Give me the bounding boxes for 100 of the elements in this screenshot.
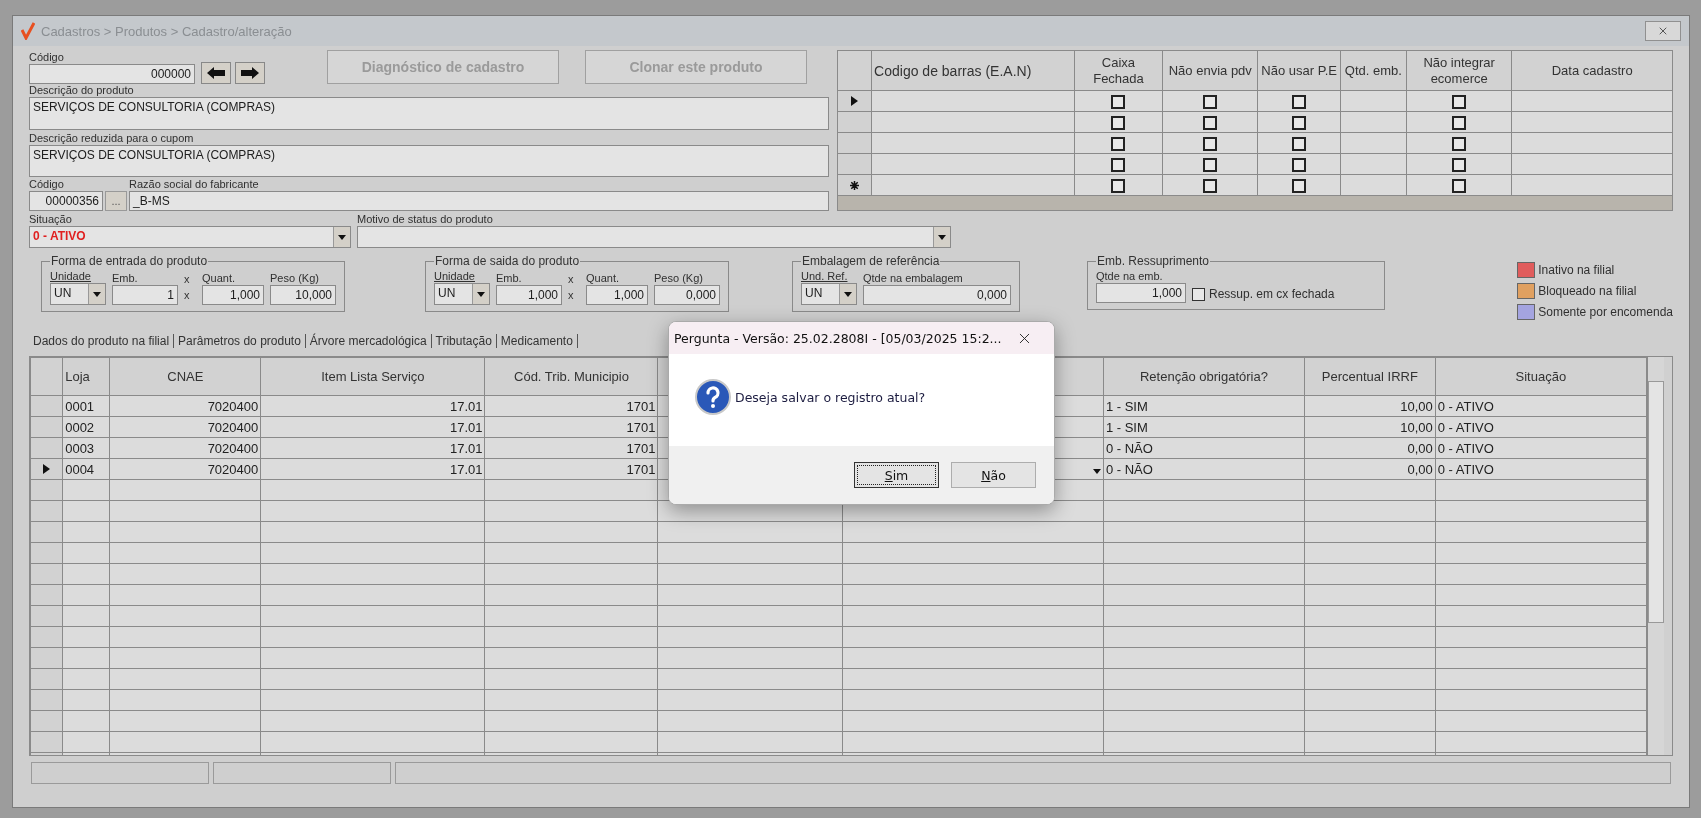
table-cell: 1701 <box>485 395 658 417</box>
column-header: Situação <box>1435 357 1647 396</box>
table-cell: 10,00 <box>1304 416 1436 438</box>
checkbox[interactable] <box>1111 136 1126 151</box>
legend-label: Inativo na filial <box>1538 263 1615 277</box>
table-cell: 0 - NÃO <box>1103 437 1305 459</box>
column-header: Não integrar ecomerce <box>1406 50 1512 91</box>
reason-dropdown[interactable] <box>357 226 951 248</box>
maker-code-field[interactable]: 00000356 <box>29 191 103 211</box>
checkbox[interactable] <box>1452 94 1467 109</box>
tab[interactable]: Medicamento <box>496 334 578 348</box>
dialog-button[interactable]: Sim <box>854 462 939 488</box>
field-label: Situação <box>29 213 73 226</box>
checkbox[interactable] <box>1452 178 1467 193</box>
tab[interactable]: Parâmetros do produto <box>174 334 306 348</box>
field-label: Emb. <box>112 272 139 285</box>
checkbox[interactable] <box>1203 178 1218 193</box>
next-button[interactable] <box>235 62 265 84</box>
caret-icon <box>844 291 852 297</box>
logo-icon <box>21 22 35 40</box>
quantity-field[interactable]: 0,000 <box>863 285 1011 305</box>
times-sign: x <box>568 273 575 287</box>
checkbox[interactable] <box>1111 178 1126 193</box>
field-label: Razão social do fabricante <box>129 178 260 191</box>
field-label: Unidade <box>434 270 476 283</box>
column-header: Codigo de barras (E.A.N) <box>871 50 1075 91</box>
checkbox[interactable] <box>1203 94 1218 109</box>
table-cell: 7020400 <box>109 458 261 480</box>
checkbox[interactable] <box>1203 136 1218 151</box>
column-header: Item Lista Serviço <box>260 357 485 396</box>
table-cell: 17.01 <box>260 416 485 438</box>
caret-icon <box>477 291 485 297</box>
dialog-title: Pergunta - Versão: 25.02.2808I - [05/03/2025 15:2... <box>674 330 1002 346</box>
column-header: Loja <box>62 357 110 396</box>
field-label: Motivo de status do produto <box>357 213 494 226</box>
maker-name-field[interactable]: _B-MS <box>129 191 829 211</box>
quantity-field[interactable]: 1,000 <box>586 285 648 305</box>
checkbox-label: Ressup. em cx fechada <box>1209 288 1335 301</box>
window-title: Cadastros > Produtos > Cadastro/alteração <box>41 23 292 39</box>
table-cell: 0003 <box>62 437 110 459</box>
column-header: Data cadastro <box>1511 50 1673 91</box>
question-icon <box>695 379 731 415</box>
tab[interactable]: Tributação <box>431 334 497 348</box>
checkbox[interactable] <box>1452 157 1467 172</box>
times-sign: x <box>184 273 191 287</box>
field-label: Código <box>29 50 65 64</box>
checkbox[interactable] <box>1203 157 1218 172</box>
table-cell: 0 - NÃO <box>1103 458 1305 480</box>
checkbox[interactable] <box>1292 136 1307 151</box>
field-label: Descrição do produto <box>29 84 135 97</box>
weight-field[interactable]: 10,000 <box>270 285 336 305</box>
table-cell: 7020400 <box>109 416 261 438</box>
checkbox[interactable] <box>1292 115 1307 130</box>
group-title: Forma de saida do produto <box>434 254 581 268</box>
checkbox[interactable] <box>1111 157 1126 172</box>
short-description-field[interactable]: SERVIÇOS DE CONSULTORIA (COMPRAS) <box>29 144 829 177</box>
table-cell: 17.01 <box>260 437 485 459</box>
table-cell: 1 - SIM <box>1103 416 1305 438</box>
checkbox[interactable] <box>1292 94 1307 109</box>
checkbox[interactable] <box>1111 115 1126 130</box>
dialog-button[interactable]: Não <box>951 462 1036 488</box>
checkbox[interactable] <box>1292 157 1307 172</box>
scrollbar-thumb[interactable] <box>1648 381 1664 623</box>
description-field[interactable]: SERVIÇOS DE CONSULTORIA (COMPRAS) <box>29 97 829 130</box>
caret-icon <box>93 291 101 297</box>
arrow-left-icon <box>207 67 225 79</box>
previous-button[interactable] <box>201 62 231 84</box>
tab[interactable]: Árvore mercadológica <box>305 334 432 348</box>
field-label: Descrição reduzida para o cupom <box>29 131 195 145</box>
field-label: Peso (Kg) <box>270 272 320 285</box>
checkbox[interactable] <box>1111 94 1126 109</box>
code-field[interactable]: 000000 <box>29 63 195 84</box>
table-cell: 0004 <box>62 458 110 480</box>
quantity-field[interactable]: 1,000 <box>1096 283 1186 303</box>
times-sign: x <box>184 289 191 303</box>
lookup-button[interactable]: ... <box>105 191 127 211</box>
emb-field[interactable]: 1 <box>112 285 178 305</box>
weight-field[interactable]: 0,000 <box>654 285 720 305</box>
column-header: Não envia pdv <box>1162 50 1258 91</box>
column-header: Caixa Fechada <box>1074 50 1163 91</box>
checkbox[interactable] <box>1203 115 1218 130</box>
table-cell: 0001 <box>62 395 110 417</box>
quantity-field[interactable]: 1,000 <box>202 285 264 305</box>
tab[interactable]: Dados do produto na filial <box>29 334 175 348</box>
unit-dropdown[interactable]: UN <box>801 283 857 305</box>
unit-dropdown[interactable]: UN <box>50 283 106 305</box>
unit-dropdown[interactable]: UN <box>434 283 490 305</box>
group-title: Emb. Ressuprimento <box>1096 254 1211 268</box>
checkbox[interactable] <box>1452 115 1467 130</box>
checkbox[interactable] <box>1192 288 1205 301</box>
table-cell: 17.01 <box>260 458 485 480</box>
table-cell: 7020400 <box>109 395 261 417</box>
field-label: Unidade <box>50 270 92 283</box>
table-cell: 0,00 <box>1304 437 1436 459</box>
emb-field[interactable]: 1,000 <box>496 285 562 305</box>
table-cell: 1701 <box>485 416 658 438</box>
column-header: CNAE <box>109 357 261 396</box>
checkbox[interactable] <box>1292 178 1307 193</box>
checkbox[interactable] <box>1452 136 1467 151</box>
table-cell: 0 - ATIVO <box>1435 437 1647 459</box>
